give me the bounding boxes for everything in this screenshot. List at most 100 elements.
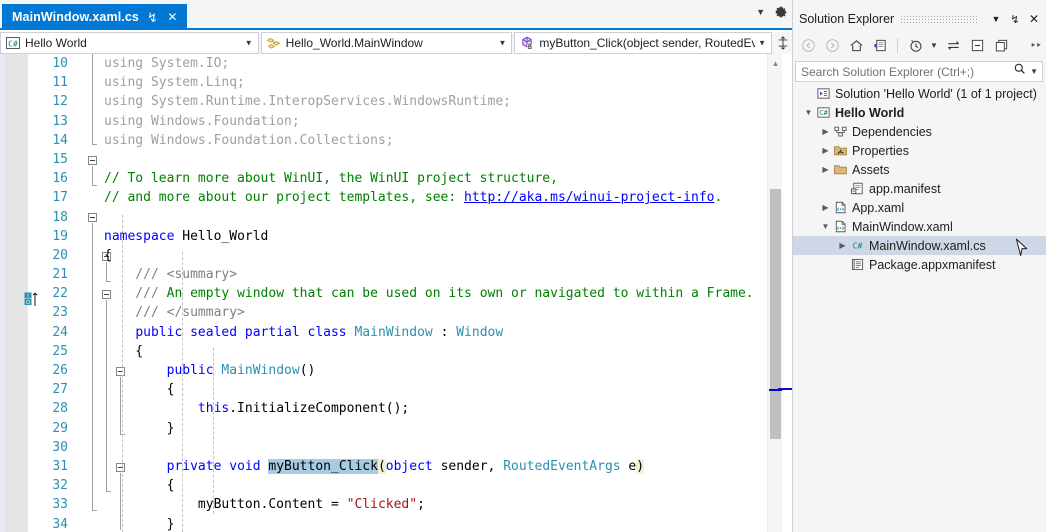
tree-item-app-manifest[interactable]: app.manifest [793,179,1046,198]
method-private-icon [519,35,535,51]
line-number: 30 [52,439,68,455]
chevron-down-icon[interactable]: ▼ [758,39,766,48]
navbar-type-dropdown[interactable]: Hello_World.MainWindow ▼ [260,32,513,54]
navbar-member-dropdown[interactable]: myButton_Click(object sender, RoutedEv ▼ [514,32,773,54]
appxmanifest-icon [849,257,866,273]
forward-arrow-icon[interactable] [821,34,843,56]
properties-folder-icon [832,143,849,159]
tree-item-label: MainWindow.xaml.cs [869,238,986,253]
solution-explorer-panel: Solution Explorer ▼ ↯ ✕ ▼ ‣‣ Search Solu… [792,0,1046,532]
gear-icon[interactable] [774,5,788,19]
folder-icon [832,162,849,178]
tree-item-package-appxmanifest[interactable]: Package.appxmanifest [793,255,1046,274]
home-icon[interactable] [845,34,867,56]
line-number: 34 [52,516,68,532]
clock-history-icon[interactable] [904,34,926,56]
tab-mainwindow-xaml-cs[interactable]: MainWindow.xaml.cs ↯ ✕ [2,4,187,30]
code-editor-surface[interactable]: I O 10 using System.IO; 11 using System.… [0,54,792,532]
line-number: 16 [52,171,68,187]
tree-item-label: MainWindow.xaml [852,219,953,234]
csharp-file-icon: C# [849,238,866,254]
line-number: 20 [52,247,68,263]
expander-expanded[interactable]: ▼ [819,217,832,236]
chevron-down-icon[interactable]: ▼ [498,39,506,48]
tree-item-label: Package.appxmanifest [869,257,996,272]
sync-arrows-icon[interactable] [942,34,964,56]
line-number: 25 [52,343,68,359]
tree-item-mainwindow-xaml-cs[interactable]: ▶ C# MainWindow.xaml.cs [793,236,1046,255]
svg-text:C#: C# [853,242,863,251]
expander [836,255,849,274]
expander-collapsed[interactable]: ▶ [819,122,832,141]
line-number: 13 [52,113,68,129]
scroll-up-icon[interactable]: ▲ [768,56,783,70]
svg-text:C#: C# [819,108,828,117]
close-icon[interactable]: ✕ [166,11,179,23]
scrollbar-thumb[interactable] [770,189,781,439]
properties-window-icon[interactable] [990,34,1012,56]
line-number: 10 [52,56,68,71]
search-solution-explorer-field[interactable]: ▼ [795,61,1043,82]
search-input[interactable] [801,64,1014,79]
tree-item-project[interactable]: ▼ C# Hello World [793,103,1046,122]
tree-item-label: Assets [852,162,890,177]
editor-right-edge [778,54,792,532]
pin-icon[interactable]: ↯ [146,11,159,24]
pin-icon[interactable]: ↯ [1007,11,1023,27]
editor-pane: MainWindow.xaml.cs ↯ ✕ ▼ C# Hello World … [0,0,792,532]
close-icon[interactable]: ✕ [1026,11,1042,27]
tab-title: MainWindow.xaml.cs [12,10,139,24]
back-arrow-icon[interactable] [797,34,819,56]
tree-item-properties[interactable]: ▶ Properties [793,141,1046,160]
expander-collapsed[interactable]: ▶ [819,198,832,217]
chevron-down-icon[interactable]: ▼ [756,7,765,17]
line-number: 12 [52,94,68,110]
expander-collapsed[interactable]: ▶ [819,160,832,179]
line-number: 33 [52,497,68,513]
overflow-chevrons-icon[interactable]: ‣‣ [1030,39,1042,52]
winui-project-info-link[interactable]: http://aka.ms/winui-project-info [464,190,714,205]
solution-tree[interactable]: Solution 'Hello World' (1 of 1 project) … [793,84,1046,532]
chevron-down-icon[interactable]: ▼ [988,11,1004,27]
toolbar-separator [897,37,898,53]
solution-view-icon[interactable] [869,34,891,56]
selected-identifier[interactable]: myButton_Click [268,458,378,474]
line-number: 24 [52,324,68,340]
expander-expanded[interactable]: ▼ [802,103,815,122]
tree-item-app-xaml[interactable]: ▶ App.xaml [793,198,1046,217]
tree-item-assets[interactable]: ▶ Assets [793,160,1046,179]
expander[interactable] [802,84,815,103]
expander-collapsed[interactable]: ▶ [836,236,849,255]
visual-studio-window: MainWindow.xaml.cs ↯ ✕ ▼ C# Hello World … [0,0,1046,532]
solution-explorer-header: Solution Explorer ▼ ↯ ✕ [793,8,1046,30]
chevron-down-icon[interactable]: ▼ [1030,67,1038,76]
chevron-down-icon[interactable]: ▼ [245,39,253,48]
chevron-down-icon[interactable]: ▼ [928,34,940,56]
tree-item-solution[interactable]: Solution 'Hello World' (1 of 1 project) [793,84,1046,103]
tree-item-dependencies[interactable]: ▶ Dependencies [793,122,1046,141]
code-lines: 10 using System.IO; 11 using System.Linq; … [0,54,792,532]
editor-vertical-scrollbar[interactable]: ▲ [767,54,782,532]
line-number: 22 [52,286,68,302]
tree-item-label: Solution 'Hello World' (1 of 1 project) [835,86,1037,101]
tree-item-label: Dependencies [852,124,932,139]
line-number: 32 [52,478,68,494]
line-number: 21 [52,267,68,283]
tree-item-mainwindow-xaml[interactable]: ▼ MainWindow.xaml [793,217,1046,236]
csharp-project-icon: C# [815,105,832,121]
editor-navigation-bar: C# Hello World ▼ Hello_World.MainWindow … [0,32,792,54]
navbar-project-dropdown[interactable]: C# Hello World ▼ [0,32,259,54]
manifest-file-icon [849,181,866,197]
tree-item-label: app.manifest [869,181,941,196]
collapse-all-icon[interactable] [966,34,988,56]
line-number: 23 [52,305,68,321]
drag-handle-dots[interactable] [900,14,979,24]
expander-collapsed[interactable]: ▶ [819,141,832,160]
split-window-icon[interactable] [774,32,792,54]
editor-tab-strip: MainWindow.xaml.cs ↯ ✕ ▼ [0,0,792,30]
expander [836,179,849,198]
line-number: 11 [52,75,68,91]
xaml-file-icon [832,200,849,216]
search-icon[interactable] [1013,62,1027,81]
line-number: 28 [52,401,68,417]
